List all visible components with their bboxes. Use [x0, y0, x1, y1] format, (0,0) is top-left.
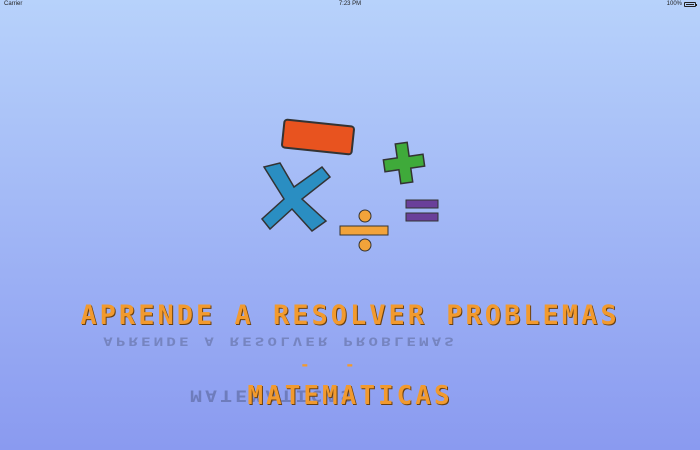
battery-status: 100% [666, 1, 697, 7]
subtitle: MATEMATICAS [247, 381, 453, 411]
math-symbols-logo [260, 118, 439, 252]
plus-sign-icon [382, 141, 426, 185]
status-bar: Carrier 7:23 PM 100% [0, 0, 700, 10]
app-title-reflection: APRENDE A RESOLVER PROBLEMAS [103, 334, 457, 349]
divide-sign-icon [339, 209, 389, 252]
battery-icon [684, 1, 697, 7]
dash-separator: - [345, 355, 355, 374]
dash-separator: - [300, 355, 310, 374]
app-title: APRENDE A RESOLVER PROBLEMAS [80, 300, 620, 331]
multiply-sign-icon [260, 162, 332, 232]
battery-percent: 100% [666, 1, 682, 7]
equals-sign-icon [405, 199, 439, 222]
clock: 7:23 PM [338, 1, 362, 7]
minus-sign-icon [281, 118, 355, 156]
